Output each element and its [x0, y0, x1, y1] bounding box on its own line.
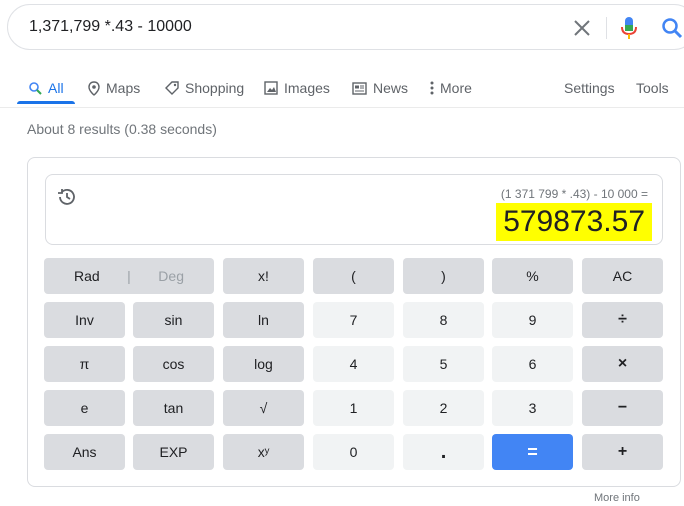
- tab-all[interactable]: All: [29, 76, 64, 100]
- power-key[interactable]: xʸ: [223, 434, 304, 470]
- image-icon: [264, 81, 278, 95]
- deg-button[interactable]: Deg: [158, 268, 184, 284]
- digit-4-key[interactable]: 4: [313, 346, 394, 382]
- search-box[interactable]: 1,371,799 *.43 - 10000: [7, 4, 684, 50]
- tan-key[interactable]: tan: [133, 390, 214, 426]
- tab-settings[interactable]: Settings: [564, 76, 615, 100]
- e-key[interactable]: e: [44, 390, 125, 426]
- add-key[interactable]: +: [582, 434, 663, 470]
- decimal-point-key[interactable]: .: [403, 434, 484, 470]
- close-paren-key[interactable]: ): [403, 258, 484, 294]
- digit-1-key[interactable]: 1: [313, 390, 394, 426]
- tab-maps[interactable]: Maps: [88, 76, 140, 100]
- results-count: About 8 results (0.38 seconds): [27, 121, 217, 137]
- all-clear-key[interactable]: AC: [582, 258, 663, 294]
- digit-7-key[interactable]: 7: [313, 302, 394, 338]
- tab-label: More: [440, 80, 472, 96]
- multiply-key[interactable]: ×: [582, 346, 663, 382]
- rad-button[interactable]: Rad: [74, 268, 100, 284]
- tab-label: All: [48, 80, 64, 96]
- ln-key[interactable]: ln: [223, 302, 304, 338]
- digit-6-key[interactable]: 6: [492, 346, 573, 382]
- pi-key[interactable]: π: [44, 346, 125, 382]
- toggle-separator: |: [127, 268, 131, 284]
- tab-label: Tools: [636, 80, 669, 96]
- clear-icon[interactable]: [573, 19, 591, 37]
- ans-key[interactable]: Ans: [44, 434, 125, 470]
- exp-key[interactable]: EXP: [133, 434, 214, 470]
- digit-3-key[interactable]: 3: [492, 390, 573, 426]
- history-icon[interactable]: [56, 186, 78, 208]
- search-tabs: All Maps Shopping Images News More Setti…: [0, 72, 684, 108]
- tab-shopping[interactable]: Shopping: [165, 76, 244, 100]
- tab-label: Settings: [564, 80, 615, 96]
- mic-icon[interactable]: [621, 16, 637, 40]
- digit-9-key[interactable]: 9: [492, 302, 573, 338]
- tab-label: Maps: [106, 80, 141, 96]
- search-input[interactable]: 1,371,799 *.43 - 10000: [29, 18, 192, 36]
- log-key[interactable]: log: [223, 346, 304, 382]
- subtract-key[interactable]: −: [582, 390, 663, 426]
- search-icon: [29, 81, 42, 95]
- more-vert-icon: [430, 81, 434, 95]
- map-pin-icon: [88, 80, 100, 96]
- equals-key[interactable]: =: [492, 434, 573, 470]
- tab-label: News: [373, 80, 409, 96]
- digit-5-key[interactable]: 5: [403, 346, 484, 382]
- digit-8-key[interactable]: 8: [403, 302, 484, 338]
- tab-more[interactable]: More: [430, 76, 472, 100]
- rad-deg-toggle[interactable]: Rad | Deg: [44, 258, 214, 294]
- tab-tools[interactable]: Tools: [636, 76, 669, 100]
- sqrt-key[interactable]: √: [223, 390, 304, 426]
- cos-key[interactable]: cos: [133, 346, 214, 382]
- open-paren-key[interactable]: (: [313, 258, 394, 294]
- more-info-link[interactable]: More info: [594, 492, 640, 504]
- tab-news[interactable]: News: [352, 76, 408, 100]
- calculator-display: (1 371 799 * .43) - 10 000 = 579873.57: [45, 174, 663, 245]
- tab-label: Images: [284, 80, 330, 96]
- calculator-result: 579873.57: [496, 203, 652, 241]
- tabs-divider: [0, 107, 684, 108]
- percent-key[interactable]: %: [492, 258, 573, 294]
- digit-2-key[interactable]: 2: [403, 390, 484, 426]
- calculator-expression: (1 371 799 * .43) - 10 000 =: [500, 187, 648, 201]
- tab-images[interactable]: Images: [264, 76, 330, 100]
- sin-key[interactable]: sin: [133, 302, 214, 338]
- tab-label: Shopping: [185, 80, 245, 96]
- inv-key[interactable]: Inv: [44, 302, 125, 338]
- divider: [606, 17, 607, 39]
- search-icon[interactable]: [661, 17, 683, 39]
- factorial-key[interactable]: x!: [223, 258, 304, 294]
- divide-key[interactable]: ÷: [582, 302, 663, 338]
- active-tab-indicator: [17, 101, 75, 104]
- news-icon: [352, 81, 367, 95]
- tag-icon: [165, 81, 179, 95]
- digit-0-key[interactable]: 0: [313, 434, 394, 470]
